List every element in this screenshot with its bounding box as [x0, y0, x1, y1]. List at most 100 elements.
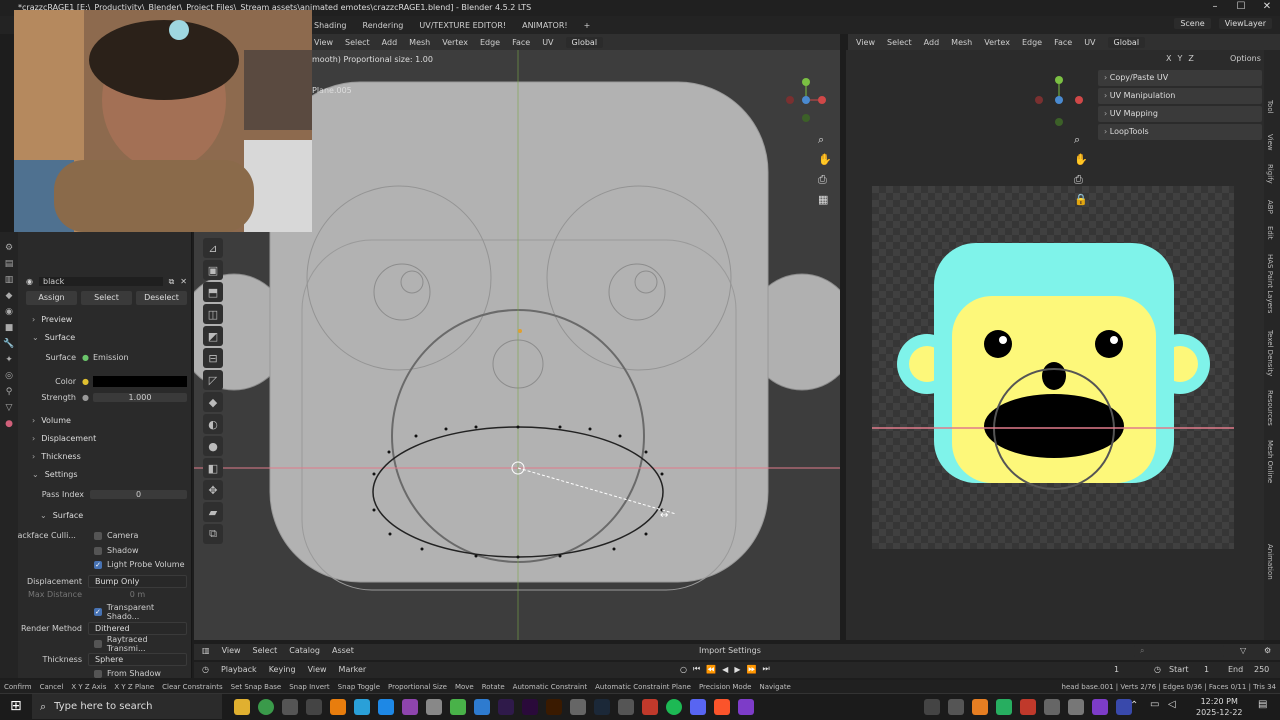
- uv-camera-icon[interactable]: ⎙: [1074, 170, 1088, 190]
- constraints-tab-icon[interactable]: ⚲: [0, 384, 18, 400]
- start-frame-field[interactable]: 1: [1204, 665, 1209, 674]
- panel-copy-paste-uv[interactable]: Copy/Paste UV: [1098, 70, 1262, 86]
- uv-menu-face[interactable]: Face: [1054, 38, 1072, 47]
- edge-slide-icon[interactable]: ◧: [203, 458, 223, 478]
- filter-icon[interactable]: ▽: [1240, 646, 1246, 655]
- pass-index-field[interactable]: 0: [90, 490, 187, 499]
- knife-icon[interactable]: ◸: [203, 370, 223, 390]
- asset-search-input[interactable]: ⌕: [1134, 645, 1224, 657]
- menu-marker[interactable]: Marker: [339, 665, 367, 674]
- auto-key-icon[interactable]: ○: [680, 665, 687, 674]
- panel-uv-mapping[interactable]: UV Mapping: [1098, 106, 1262, 122]
- current-frame-field[interactable]: 1: [1114, 665, 1119, 674]
- minimize-button[interactable]: –: [1202, 0, 1228, 14]
- app-icon-18[interactable]: [642, 699, 658, 715]
- from-shadow-checkbox[interactable]: [94, 669, 102, 678]
- shadow-checkbox[interactable]: [94, 546, 102, 555]
- shrink-icon[interactable]: ✥: [203, 480, 223, 500]
- tab-rendering[interactable]: Rendering: [355, 21, 412, 30]
- select-button[interactable]: Select: [81, 290, 132, 305]
- menu-edge[interactable]: Edge: [480, 38, 500, 47]
- bevel-icon[interactable]: ◩: [203, 326, 223, 346]
- uv-zoom-icon[interactable]: ⌕: [1074, 130, 1088, 150]
- add-cube-icon[interactable]: ▣: [203, 260, 223, 280]
- jump-end-icon[interactable]: ⏭: [762, 664, 769, 674]
- steam-icon[interactable]: [594, 699, 610, 715]
- options-dropdown[interactable]: Options: [1230, 54, 1261, 63]
- displacement-section[interactable]: Displacement: [32, 431, 187, 446]
- reverse-play-icon[interactable]: ◀: [722, 665, 728, 674]
- chrome-icon[interactable]: [258, 699, 274, 715]
- tray-icon-5[interactable]: [1020, 699, 1036, 715]
- output-tab-icon[interactable]: ▥: [0, 272, 18, 288]
- maximize-button[interactable]: ☐: [1228, 0, 1254, 14]
- strength-field[interactable]: 1.000: [92, 393, 187, 402]
- poly-build-icon[interactable]: ◆: [203, 392, 223, 412]
- menu-mesh[interactable]: Mesh: [409, 38, 430, 47]
- tab-shading[interactable]: Shading: [306, 21, 355, 30]
- deselect-button[interactable]: Deselect: [136, 290, 187, 305]
- menu-timeline-view[interactable]: View: [308, 665, 327, 674]
- view-layer-selector[interactable]: ViewLayer: [1218, 18, 1272, 29]
- tab-abp[interactable]: ABP: [1266, 200, 1274, 214]
- camera-icon[interactable]: ⎙: [818, 170, 832, 190]
- brave-icon[interactable]: [714, 699, 730, 715]
- axis-x-toggle[interactable]: X: [1166, 54, 1171, 63]
- end-frame-field[interactable]: 250: [1254, 665, 1269, 674]
- menu-vertex[interactable]: Vertex: [442, 38, 468, 47]
- premiere-icon[interactable]: [522, 699, 538, 715]
- app-icon-22[interactable]: [738, 699, 754, 715]
- uv-menu-edge[interactable]: Edge: [1022, 38, 1042, 47]
- close-button[interactable]: ✕: [1254, 0, 1280, 14]
- menu-view[interactable]: View: [314, 38, 333, 47]
- zoom-icon[interactable]: ⌕: [818, 130, 832, 150]
- tab-tool[interactable]: Tool: [1266, 100, 1274, 114]
- asset-menu-asset[interactable]: Asset: [332, 646, 354, 655]
- uv-pan-hand-icon[interactable]: ✋: [1074, 150, 1088, 170]
- tray-icon-2[interactable]: [948, 699, 964, 715]
- render-method-dropdown[interactable]: Dithered: [88, 622, 187, 635]
- taskbar-search[interactable]: ⌕ Type here to search: [32, 694, 222, 719]
- after-effects-icon[interactable]: [498, 699, 514, 715]
- spin-icon[interactable]: ◐: [203, 414, 223, 434]
- tray-icon-3[interactable]: [972, 699, 988, 715]
- play-icon[interactable]: ▶: [734, 665, 740, 674]
- grid-icon[interactable]: ▦: [818, 190, 832, 210]
- axis-z-toggle[interactable]: Z: [1188, 54, 1193, 63]
- loop-cut-icon[interactable]: ⊟: [203, 348, 223, 368]
- physics-tab-icon[interactable]: ◎: [0, 368, 18, 384]
- uv-orientation-dropdown[interactable]: Global: [1107, 36, 1146, 48]
- asset-menu-catalog[interactable]: Catalog: [289, 646, 320, 655]
- shear-icon[interactable]: ▰: [203, 502, 223, 522]
- uv-menu-uv[interactable]: UV: [1084, 38, 1095, 47]
- remove-icon[interactable]: ✕: [180, 277, 187, 286]
- tab-rigify[interactable]: Rigify: [1266, 164, 1274, 184]
- rip-icon[interactable]: ⧉: [203, 524, 223, 544]
- orientation-dropdown[interactable]: Global: [565, 36, 604, 48]
- blender-icon[interactable]: [330, 699, 346, 715]
- uv-menu-mesh[interactable]: Mesh: [951, 38, 972, 47]
- thickness-mode-dropdown[interactable]: Sphere: [88, 653, 187, 666]
- spotify-icon[interactable]: [666, 699, 682, 715]
- assign-button[interactable]: Assign: [26, 290, 77, 305]
- taskbar-time[interactable]: 12:20 PM: [1196, 696, 1243, 707]
- menu-add[interactable]: Add: [382, 38, 398, 47]
- volume-icon[interactable]: ◁: [1168, 699, 1176, 710]
- scene-selector[interactable]: Scene: [1174, 18, 1211, 29]
- tab-mesh-online[interactable]: Mesh Online: [1266, 440, 1274, 483]
- app-icon-9[interactable]: [426, 699, 442, 715]
- uv-menu-view[interactable]: View: [856, 38, 875, 47]
- surface-section[interactable]: Surface: [32, 330, 187, 345]
- asset-menu-select[interactable]: Select: [253, 646, 278, 655]
- file-explorer-icon[interactable]: [234, 699, 250, 715]
- light-probe-checkbox[interactable]: ✓: [94, 560, 102, 569]
- preview-section[interactable]: Preview: [32, 312, 187, 327]
- object-tab-icon[interactable]: ■: [0, 320, 18, 336]
- panel-uv-manipulation[interactable]: UV Manipulation: [1098, 88, 1262, 104]
- tray-icon-6[interactable]: [1044, 699, 1060, 715]
- tray-icon-7[interactable]: [1068, 699, 1084, 715]
- volume-section[interactable]: Volume: [32, 413, 187, 428]
- tray-icon-1[interactable]: [924, 699, 940, 715]
- uv-navigation-gizmo[interactable]: [1034, 72, 1084, 130]
- asset-menu-view[interactable]: View: [222, 646, 241, 655]
